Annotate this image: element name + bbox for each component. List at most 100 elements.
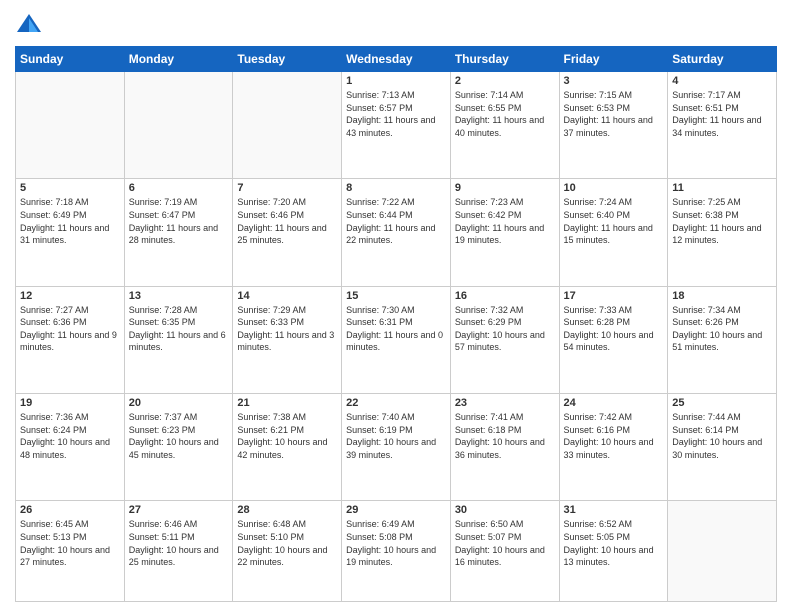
calendar-cell: 29 Sunrise: 6:49 AM Sunset: 5:08 PM Dayli… [342,501,451,602]
calendar-cell: 21 Sunrise: 7:38 AM Sunset: 6:21 PM Dayli… [233,393,342,500]
calendar-cell: 9 Sunrise: 7:23 AM Sunset: 6:42 PM Daylig… [450,179,559,286]
day-info: Sunrise: 6:45 AM Sunset: 5:13 PM Dayligh… [20,518,120,568]
day-number: 7 [237,182,337,194]
day-header-saturday: Saturday [668,47,777,72]
day-header-wednesday: Wednesday [342,47,451,72]
calendar-cell [124,72,233,179]
day-header-sunday: Sunday [16,47,125,72]
calendar-cell: 17 Sunrise: 7:33 AM Sunset: 6:28 PM Dayli… [559,286,668,393]
day-info: Sunrise: 7:36 AM Sunset: 6:24 PM Dayligh… [20,411,120,461]
calendar-cell: 11 Sunrise: 7:25 AM Sunset: 6:38 PM Dayli… [668,179,777,286]
day-number: 29 [346,504,446,516]
week-row-4: 19Sunrise: 7:36 AM Sunset: 6:24 PM Dayli… [16,393,777,500]
calendar-cell: 18 Sunrise: 7:34 AM Sunset: 6:26 PM Dayli… [668,286,777,393]
day-number: 16 [455,290,555,302]
day-number: 21 [237,397,337,409]
day-info: Sunrise: 7:18 AM Sunset: 6:49 PM Dayligh… [20,196,120,246]
day-number: 12 [20,290,120,302]
day-info: Sunrise: 6:52 AM Sunset: 5:05 PM Dayligh… [564,518,664,568]
day-number: 8 [346,182,446,194]
calendar-cell: 20 Sunrise: 7:37 AM Sunset: 6:23 PM Dayli… [124,393,233,500]
day-info: Sunrise: 6:46 AM Sunset: 5:11 PM Dayligh… [129,518,229,568]
day-number: 31 [564,504,664,516]
day-number: 20 [129,397,229,409]
day-number: 15 [346,290,446,302]
day-number: 10 [564,182,664,194]
day-number: 22 [346,397,446,409]
calendar-cell: 1 Sunrise: 7:13 AM Sunset: 6:57 PM Daylig… [342,72,451,179]
day-number: 2 [455,75,555,87]
day-info: Sunrise: 7:32 AM Sunset: 6:29 PM Dayligh… [455,304,555,354]
calendar-cell: 26 Sunrise: 6:45 AM Sunset: 5:13 PM Dayli… [16,501,125,602]
header-row: SundayMondayTuesdayWednesdayThursdayFrid… [16,47,777,72]
day-info: Sunrise: 7:28 AM Sunset: 6:35 PM Dayligh… [129,304,229,354]
day-info: Sunrise: 6:49 AM Sunset: 5:08 PM Dayligh… [346,518,446,568]
day-number: 1 [346,75,446,87]
calendar-cell: 12 Sunrise: 7:27 AM Sunset: 6:36 PM Dayli… [16,286,125,393]
week-row-2: 5Sunrise: 7:18 AM Sunset: 6:49 PM Daylig… [16,179,777,286]
day-info: Sunrise: 7:40 AM Sunset: 6:19 PM Dayligh… [346,411,446,461]
day-info: Sunrise: 7:44 AM Sunset: 6:14 PM Dayligh… [672,411,772,461]
week-row-5: 26 Sunrise: 6:45 AM Sunset: 5:13 PM Dayli… [16,501,777,602]
calendar-cell [16,72,125,179]
calendar-cell: 5Sunrise: 7:18 AM Sunset: 6:49 PM Daylig… [16,179,125,286]
calendar-cell: 13Sunrise: 7:28 AM Sunset: 6:35 PM Dayli… [124,286,233,393]
week-row-3: 12 Sunrise: 7:27 AM Sunset: 6:36 PM Dayli… [16,286,777,393]
week-row-1: 1 Sunrise: 7:13 AM Sunset: 6:57 PM Daylig… [16,72,777,179]
day-info: Sunrise: 7:23 AM Sunset: 6:42 PM Dayligh… [455,196,555,246]
page: SundayMondayTuesdayWednesdayThursdayFrid… [0,0,792,612]
day-number: 14 [237,290,337,302]
day-number: 25 [672,397,772,409]
calendar-cell: 25 Sunrise: 7:44 AM Sunset: 6:14 PM Dayli… [668,393,777,500]
day-number: 18 [672,290,772,302]
day-info: Sunrise: 7:20 AM Sunset: 6:46 PM Dayligh… [237,196,337,246]
calendar-cell: 8 Sunrise: 7:22 AM Sunset: 6:44 PM Daylig… [342,179,451,286]
calendar-cell: 16 Sunrise: 7:32 AM Sunset: 6:29 PM Dayli… [450,286,559,393]
calendar-table: SundayMondayTuesdayWednesdayThursdayFrid… [15,46,777,602]
logo [15,10,47,38]
logo-icon [15,10,43,38]
day-info: Sunrise: 7:30 AM Sunset: 6:31 PM Dayligh… [346,304,446,354]
day-header-monday: Monday [124,47,233,72]
day-number: 6 [129,182,229,194]
day-number: 4 [672,75,772,87]
day-number: 30 [455,504,555,516]
day-header-thursday: Thursday [450,47,559,72]
day-number: 9 [455,182,555,194]
day-info: Sunrise: 7:37 AM Sunset: 6:23 PM Dayligh… [129,411,229,461]
day-number: 11 [672,182,772,194]
day-info: Sunrise: 7:27 AM Sunset: 6:36 PM Dayligh… [20,304,120,354]
day-info: Sunrise: 7:22 AM Sunset: 6:44 PM Dayligh… [346,196,446,246]
day-number: 17 [564,290,664,302]
day-info: Sunrise: 7:19 AM Sunset: 6:47 PM Dayligh… [129,196,229,246]
calendar-cell: 14Sunrise: 7:29 AM Sunset: 6:33 PM Dayli… [233,286,342,393]
calendar-cell: 28Sunrise: 6:48 AM Sunset: 5:10 PM Dayli… [233,501,342,602]
day-info: Sunrise: 7:15 AM Sunset: 6:53 PM Dayligh… [564,89,664,139]
calendar-cell: 3 Sunrise: 7:15 AM Sunset: 6:53 PM Daylig… [559,72,668,179]
calendar-cell: 24Sunrise: 7:42 AM Sunset: 6:16 PM Dayli… [559,393,668,500]
header [15,10,777,38]
day-number: 26 [20,504,120,516]
calendar-cell: 4Sunrise: 7:17 AM Sunset: 6:51 PM Daylig… [668,72,777,179]
calendar-cell [668,501,777,602]
calendar-cell: 15 Sunrise: 7:30 AM Sunset: 6:31 PM Dayli… [342,286,451,393]
day-header-friday: Friday [559,47,668,72]
day-info: Sunrise: 7:34 AM Sunset: 6:26 PM Dayligh… [672,304,772,354]
calendar-cell: 6 Sunrise: 7:19 AM Sunset: 6:47 PM Daylig… [124,179,233,286]
day-info: Sunrise: 7:14 AM Sunset: 6:55 PM Dayligh… [455,89,555,139]
day-number: 3 [564,75,664,87]
day-info: Sunrise: 6:50 AM Sunset: 5:07 PM Dayligh… [455,518,555,568]
calendar-cell [233,72,342,179]
day-info: Sunrise: 7:25 AM Sunset: 6:38 PM Dayligh… [672,196,772,246]
day-info: Sunrise: 7:41 AM Sunset: 6:18 PM Dayligh… [455,411,555,461]
day-info: Sunrise: 7:33 AM Sunset: 6:28 PM Dayligh… [564,304,664,354]
day-info: Sunrise: 7:13 AM Sunset: 6:57 PM Dayligh… [346,89,446,139]
day-info: Sunrise: 7:38 AM Sunset: 6:21 PM Dayligh… [237,411,337,461]
calendar-cell: 27Sunrise: 6:46 AM Sunset: 5:11 PM Dayli… [124,501,233,602]
day-info: Sunrise: 7:24 AM Sunset: 6:40 PM Dayligh… [564,196,664,246]
calendar-cell: 2 Sunrise: 7:14 AM Sunset: 6:55 PM Daylig… [450,72,559,179]
day-number: 24 [564,397,664,409]
calendar-cell: 7 Sunrise: 7:20 AM Sunset: 6:46 PM Daylig… [233,179,342,286]
day-header-tuesday: Tuesday [233,47,342,72]
day-number: 23 [455,397,555,409]
